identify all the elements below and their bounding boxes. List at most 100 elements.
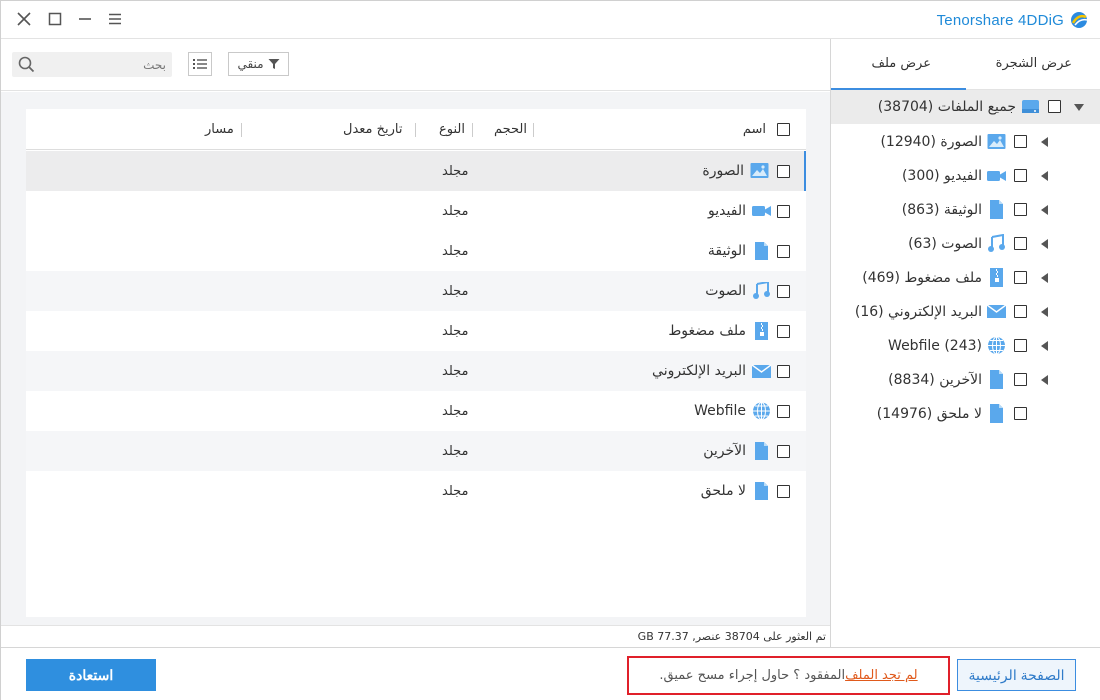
row-name: الآخرين [703,443,746,459]
tree-item-images[interactable]: الصورة (12940) [831,125,1100,159]
expand-arrow-icon[interactable] [1041,205,1048,215]
tree-label: Webfile (243) [888,338,982,354]
minimize-icon[interactable] [73,7,97,31]
row-name: الصورة [702,163,744,179]
tree-checkbox[interactable] [1014,237,1027,250]
table-row[interactable]: الفيديو مجلد [26,191,806,231]
row-name: الصوت [705,283,746,299]
expand-arrow-icon[interactable] [1041,171,1048,181]
table-row[interactable]: الوثيقة مجلد [26,231,806,271]
row-checkbox[interactable] [777,285,790,298]
row-name: لا ملحق [700,483,746,499]
maximize-icon[interactable] [43,7,67,31]
tree-checkbox[interactable] [1014,373,1027,386]
row-checkbox[interactable] [777,165,790,178]
row-type: مجلد [442,204,469,219]
column-modified-header[interactable]: تاريخ معدل [343,122,403,137]
tree-item-audio[interactable]: الصوت (63) [831,227,1100,261]
deep-scan-hint-text: المفقود ؟ حاول إجراء مسح عميق. [659,668,846,683]
table-row[interactable]: ملف مضغوط مجلد [26,311,806,351]
other-file-icon [990,370,1003,389]
tree-checkbox[interactable] [1014,203,1027,216]
globe-icon [988,336,1005,355]
row-checkbox[interactable] [777,205,790,218]
tree-item-archives[interactable]: ملف مضغوط (469) [831,261,1100,295]
filter-button[interactable]: منقي [228,52,289,76]
row-type: مجلد [442,484,469,499]
expand-arrow-icon[interactable] [1041,239,1048,249]
column-type-header[interactable]: النوع [439,122,465,137]
row-checkbox[interactable] [777,485,790,498]
search-input[interactable] [42,52,166,77]
tree-checkbox[interactable] [1014,339,1027,352]
tree-checkbox[interactable] [1014,135,1027,148]
column-divider[interactable] [415,123,416,137]
search-box [12,52,172,77]
tree-label: ملف مضغوط (469) [862,270,982,286]
tree-item-video[interactable]: الفيديو (300) [831,159,1100,193]
list-view-button[interactable] [188,52,212,76]
column-name-header[interactable]: اسم [743,122,766,137]
row-type: مجلد [442,324,469,339]
archive-icon [990,268,1003,287]
table-row[interactable]: الآخرين مجلد [26,431,806,471]
tree-checkbox[interactable] [1048,100,1061,113]
tree-checkbox[interactable] [1014,169,1027,182]
row-type: مجلد [442,364,469,379]
expand-arrow-icon[interactable] [1041,273,1048,283]
table-row[interactable]: البريد الإلكتروني مجلد [26,351,806,391]
row-checkbox[interactable] [777,445,790,458]
expand-arrow-icon[interactable] [1041,341,1048,351]
tree-item-no-extension[interactable]: لا ملحق (14976) [831,397,1100,431]
tree-item-documents[interactable]: الوثيقة (863) [831,193,1100,227]
audio-icon [753,282,770,299]
home-button[interactable]: الصفحة الرئيسية [957,659,1076,691]
search-icon[interactable] [18,56,35,77]
column-divider[interactable] [472,123,473,137]
row-name: ملف مضغوط [668,323,746,339]
tree-item-webfile[interactable]: Webfile (243) [831,329,1100,363]
tree-checkbox[interactable] [1014,271,1027,284]
filter-label: منقي [237,57,264,71]
table-row[interactable]: الصوت مجلد [26,271,806,311]
footer-bar: استعادة لم تجد الملف المفقود ؟ حاول إجرا… [1,647,1100,700]
close-icon[interactable] [12,7,36,31]
select-all-checkbox[interactable] [777,123,790,136]
tree-checkbox[interactable] [1014,407,1027,420]
row-name: البريد الإلكتروني [652,363,746,379]
row-type: مجلد [442,444,469,459]
expand-arrow-icon[interactable] [1041,307,1048,317]
table-row[interactable]: Webfile مجلد [26,391,806,431]
table-row[interactable]: الصورة مجلد [26,151,806,191]
tree-item-email[interactable]: البريد الإلكتروني (16) [831,295,1100,329]
column-divider[interactable] [241,123,242,137]
video-icon [752,206,771,216]
tree-item-others[interactable]: الآخرين (8834) [831,363,1100,397]
sidebar: عرض الشجرة عرض ملف جميع الملفات (38704) … [830,39,1100,647]
row-checkbox[interactable] [777,405,790,418]
expand-arrow-icon[interactable] [1041,375,1048,385]
recover-button[interactable]: استعادة [26,659,156,691]
column-divider[interactable] [533,123,534,137]
collapse-arrow-icon[interactable] [1074,104,1084,111]
tree-checkbox[interactable] [1014,305,1027,318]
tree-item-all-files[interactable]: جميع الملفات (38704) [831,90,1100,124]
row-checkbox[interactable] [777,245,790,258]
column-path-header[interactable]: مسار [205,122,234,137]
row-type: مجلد [442,244,469,259]
tree-label: جميع الملفات (38704) [877,99,1016,115]
list-icon [193,59,207,69]
tree-label: لا ملحق (14976) [876,406,982,422]
menu-icon[interactable] [103,7,127,31]
tab-tree-view[interactable]: عرض الشجرة [996,56,1072,71]
app-window: Tenorshare 4DDiG منقي [0,0,1100,700]
row-checkbox[interactable] [777,365,790,378]
no-extension-icon [755,482,768,500]
tab-file-view[interactable]: عرض ملف [871,56,931,71]
filter-icon [268,59,280,69]
deep-scan-link[interactable]: لم تجد الملف [845,668,918,683]
column-size-header[interactable]: الحجم [494,122,527,137]
expand-arrow-icon[interactable] [1041,137,1048,147]
row-checkbox[interactable] [777,325,790,338]
table-row[interactable]: لا ملحق مجلد [26,471,806,511]
